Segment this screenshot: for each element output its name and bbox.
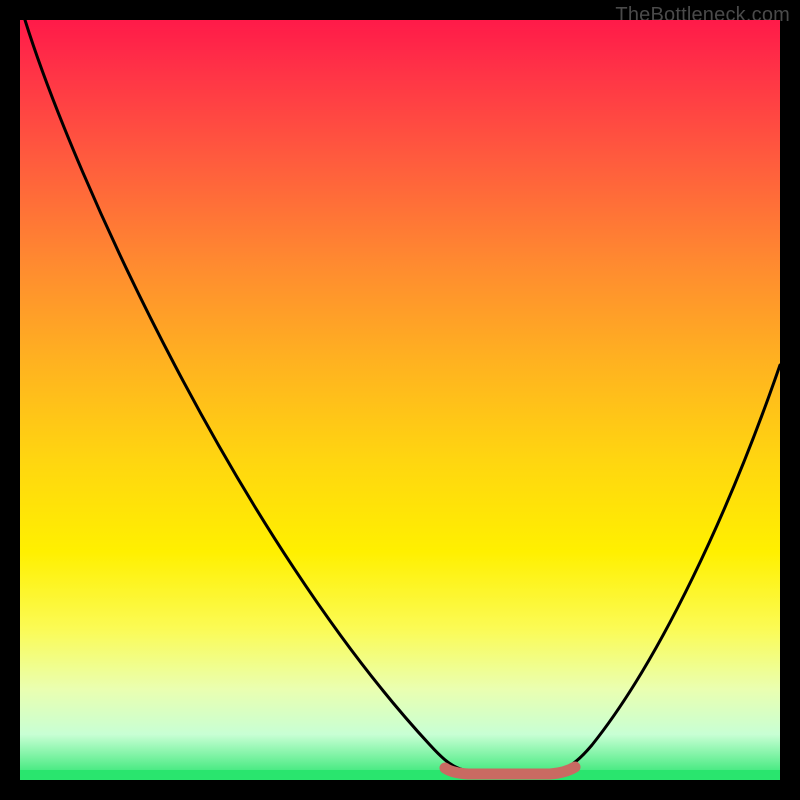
optimal-flat-segment-path [445, 767, 575, 774]
plot-area [20, 20, 780, 780]
bottleneck-curve-svg [20, 20, 780, 780]
bottleneck-curve-path [25, 20, 780, 773]
chart-frame: TheBottleneck.com [0, 0, 800, 800]
